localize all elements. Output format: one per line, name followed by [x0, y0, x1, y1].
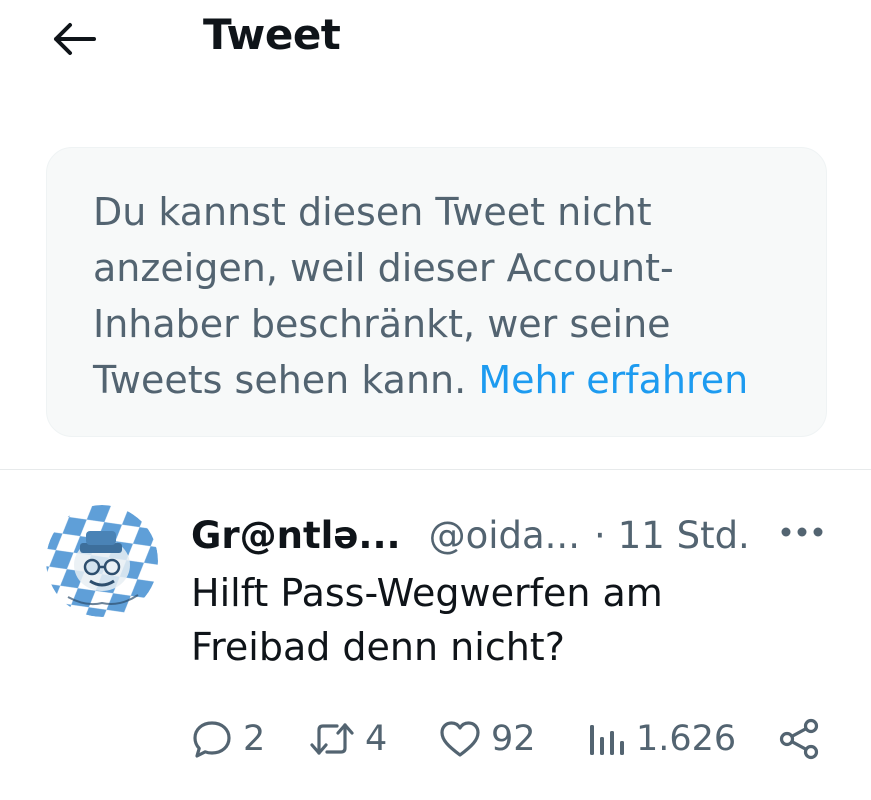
- back-button[interactable]: [46, 14, 102, 64]
- restricted-tweet-notice: Du kannst diesen Tweet nicht anzeigen, w…: [46, 147, 827, 437]
- separator-dot: ·: [593, 513, 606, 557]
- page-title: Tweet: [203, 10, 341, 59]
- tweet-time[interactable]: 11 Std.: [618, 514, 750, 557]
- reply-icon: [193, 721, 231, 758]
- like-button[interactable]: 92: [439, 714, 536, 764]
- tweet-text-line1: Hilft Pass-Wegwerfen am: [191, 571, 663, 615]
- view-count: 1.626: [636, 719, 737, 759]
- avatar[interactable]: [46, 505, 158, 617]
- author-name[interactable]: Gr@ntlə...: [191, 514, 401, 557]
- divider: [0, 469, 871, 470]
- author-handle[interactable]: @oida...: [429, 514, 580, 557]
- top-bar: Tweet: [0, 0, 871, 80]
- more-horizontal-icon: [781, 527, 823, 537]
- tweet-text-line2: Freibad denn nicht?: [191, 625, 565, 669]
- share-button[interactable]: [777, 714, 821, 764]
- reply-button[interactable]: 2: [191, 714, 265, 764]
- tweet-detail-page: Tweet Du kannst diesen Tweet nicht anzei…: [0, 0, 871, 800]
- like-count: 92: [491, 719, 536, 759]
- tweet-action-bar: 2 4 92 1.626: [191, 714, 831, 764]
- learn-more-link[interactable]: Mehr erfahren: [478, 358, 748, 402]
- tweet-header: Gr@ntlə... @oida... · 11 Std.: [191, 507, 751, 563]
- views-chart-icon: [590, 725, 624, 755]
- retweet-button[interactable]: 4: [309, 714, 387, 764]
- bavarian-diamond-avatar: [46, 505, 158, 617]
- share-icon: [779, 718, 819, 760]
- arrow-left-icon: [54, 23, 96, 55]
- more-options-button[interactable]: [775, 512, 829, 552]
- retweet-count: 4: [365, 719, 388, 759]
- tweet-text: Hilft Pass-Wegwerfen am Freibad denn nich…: [191, 566, 791, 674]
- views-button[interactable]: 1.626: [586, 714, 736, 764]
- notice-text: Du kannst diesen Tweet nicht anzeigen, w…: [93, 184, 786, 408]
- reply-count: 2: [243, 719, 266, 759]
- retweet-icon: [310, 723, 354, 755]
- heart-icon: [440, 721, 480, 757]
